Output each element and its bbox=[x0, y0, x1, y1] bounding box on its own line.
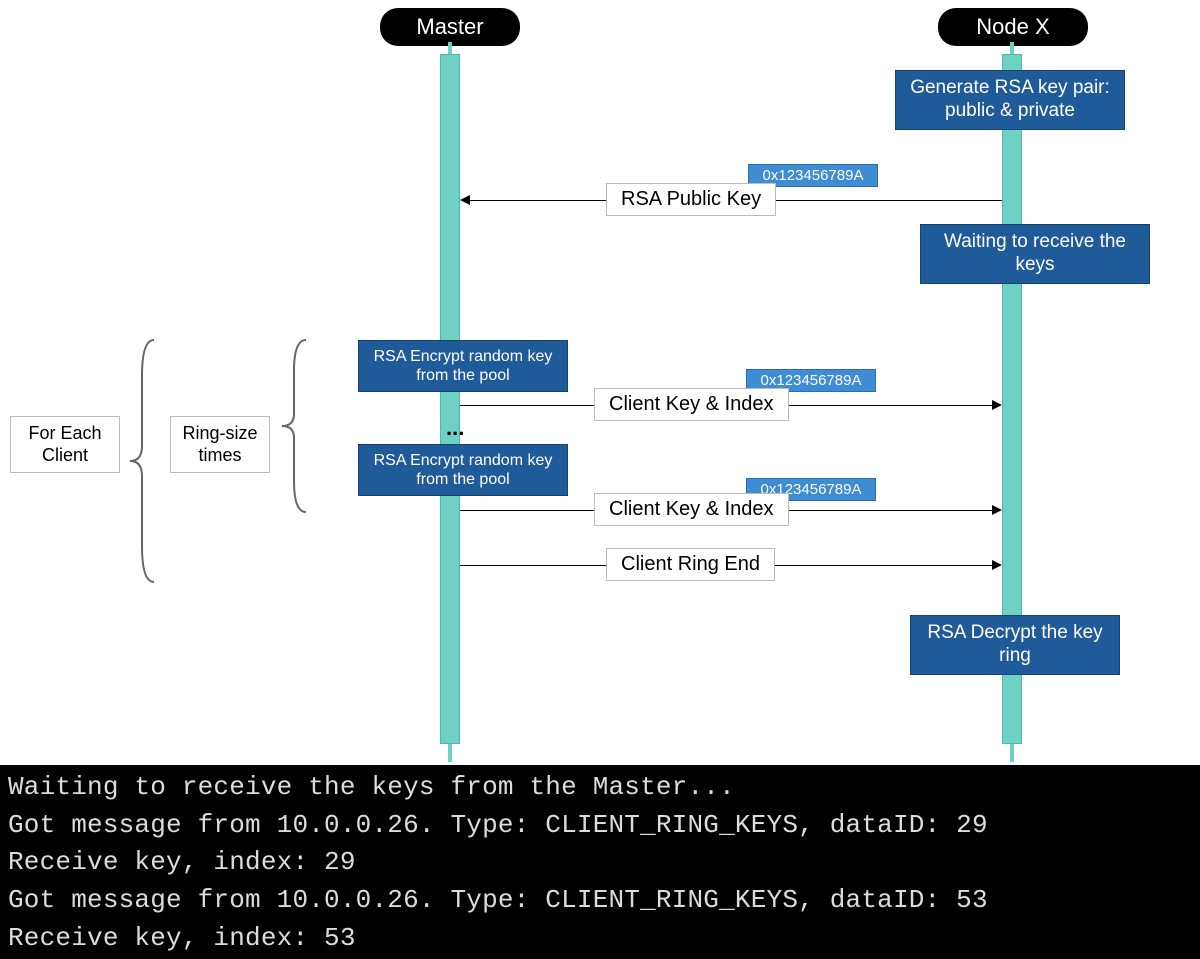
note-for-each-client: For Each Client bbox=[10, 416, 120, 473]
box-encrypt-1: RSA Encrypt random key from the pool bbox=[358, 340, 568, 392]
brace-inner bbox=[278, 336, 308, 516]
arrow-ringend-head bbox=[992, 560, 1002, 570]
ellipsis: ... bbox=[446, 415, 464, 441]
arrow-cki2-head bbox=[992, 505, 1002, 515]
terminal-output: Waiting to receive the keys from the Mas… bbox=[0, 765, 1200, 959]
arrow-cki1-head bbox=[992, 400, 1002, 410]
box-waiting: Waiting to receive the keys bbox=[920, 224, 1150, 284]
box-encrypt-2: RSA Encrypt random key from the pool bbox=[358, 444, 568, 496]
terminal-line-2: Got message from 10.0.0.26. Type: CLIENT… bbox=[8, 810, 988, 840]
master-activation bbox=[440, 54, 460, 744]
master-stem-top bbox=[448, 42, 452, 54]
brace-outer bbox=[126, 336, 156, 586]
note-ring-size-times: Ring-size times bbox=[170, 416, 270, 473]
msg-client-key-index-1: Client Key & Index bbox=[594, 388, 789, 421]
terminal-line-4: Got message from 10.0.0.26. Type: CLIENT… bbox=[8, 885, 988, 915]
master-stem-bot bbox=[448, 744, 452, 762]
actor-nodex: Node X bbox=[938, 8, 1088, 46]
sequence-diagram: Master Node X Generate RSA key pair: pub… bbox=[0, 0, 1200, 765]
arrow-pubkey-head bbox=[460, 195, 470, 205]
msg-rsa-public-key: RSA Public Key bbox=[606, 183, 776, 216]
terminal-line-3: Receive key, index: 29 bbox=[8, 847, 356, 877]
actor-master: Master bbox=[380, 8, 520, 46]
terminal-line-1: Waiting to receive the keys from the Mas… bbox=[8, 772, 735, 802]
box-decrypt: RSA Decrypt the key ring bbox=[910, 615, 1120, 675]
msg-client-ring-end: Client Ring End bbox=[606, 548, 775, 581]
terminal-line-5: Receive key, index: 53 bbox=[8, 923, 356, 953]
nodex-stem-bot bbox=[1010, 744, 1014, 762]
nodex-stem-top bbox=[1010, 42, 1014, 54]
box-generate-rsa: Generate RSA key pair: public & private bbox=[895, 70, 1125, 130]
msg-client-key-index-2: Client Key & Index bbox=[594, 493, 789, 526]
